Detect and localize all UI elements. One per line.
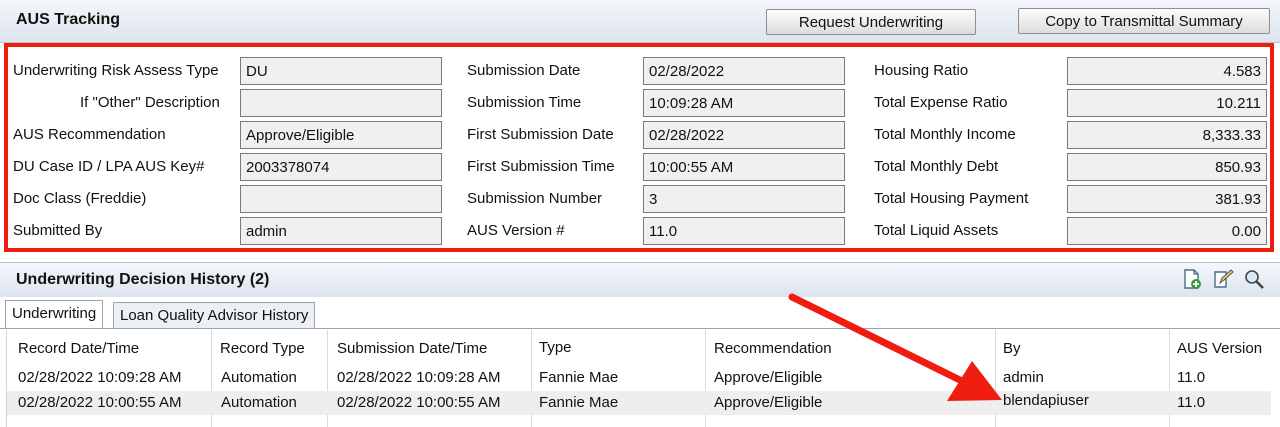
submission-number-field[interactable]: 3 xyxy=(643,185,845,213)
aus-version-field[interactable]: 11.0 xyxy=(643,217,845,245)
cell-submission-datetime: 02/28/2022 10:09:28 AM xyxy=(337,369,501,386)
col-header-submission-datetime[interactable]: Submission Date/Time xyxy=(337,340,487,357)
label-submission-time: Submission Time xyxy=(467,94,582,111)
col-header-record-type[interactable]: Record Type xyxy=(220,340,305,357)
cell-type: Fannie Mae xyxy=(539,394,619,411)
col-header-recommendation[interactable]: Recommendation xyxy=(714,340,832,357)
total-monthly-income-field[interactable]: 8,333.33 xyxy=(1067,121,1267,149)
case-id-field[interactable]: 2003378074 xyxy=(240,153,442,181)
housing-ratio-field[interactable]: 4.583 xyxy=(1067,57,1267,85)
cell-aus-version: 11.0 xyxy=(1177,369,1206,386)
history-table: Record Date/Time Record Type Submission … xyxy=(6,330,1277,427)
label-aus-recommendation: AUS Recommendation xyxy=(13,126,166,143)
history-tabs: Underwriting Loan Quality Advisor Histor… xyxy=(0,296,1280,329)
table-row[interactable]: 02/28/2022 10:00:55 AM Automation 02/28/… xyxy=(7,391,1271,415)
cell-by: blendapiuser xyxy=(1003,392,1089,409)
label-first-submission-date: First Submission Date xyxy=(467,126,614,143)
first-submission-time-field[interactable]: 10:00:55 AM xyxy=(643,153,845,181)
search-icon[interactable] xyxy=(1243,268,1265,290)
add-document-icon[interactable] xyxy=(1181,268,1203,290)
request-underwriting-button[interactable]: Request Underwriting xyxy=(766,9,976,35)
first-submission-date-field[interactable]: 02/28/2022 xyxy=(643,121,845,149)
label-submitted-by: Submitted By xyxy=(13,222,103,239)
col-header-by[interactable]: By xyxy=(1003,340,1021,357)
cell-submission-datetime: 02/28/2022 10:00:55 AM xyxy=(337,394,501,411)
col-header-record-datetime[interactable]: Record Date/Time xyxy=(18,340,139,357)
decision-history-title: Underwriting Decision History (2) xyxy=(16,271,270,288)
label-case-id: DU Case ID / LPA AUS Key# xyxy=(13,158,205,175)
total-liquid-assets-field[interactable]: 0.00 xyxy=(1067,217,1267,245)
label-other-description: If "Other" Description xyxy=(80,94,220,111)
label-housing-ratio: Housing Ratio xyxy=(874,62,969,79)
cell-recommendation: Approve/Eligible xyxy=(714,394,823,411)
label-total-liquid-assets: Total Liquid Assets xyxy=(874,222,999,239)
cell-record-type: Automation xyxy=(221,394,297,411)
risk-assess-type-field[interactable]: DU xyxy=(240,57,442,85)
aus-tracking-header: AUS Tracking Request Underwriting Copy t… xyxy=(0,0,1280,43)
decision-history-header: Underwriting Decision History (2) xyxy=(0,262,1280,297)
label-total-monthly-income: Total Monthly Income xyxy=(874,126,1016,143)
label-risk-assess-type: Underwriting Risk Assess Type xyxy=(13,62,219,79)
submission-date-field[interactable]: 02/28/2022 xyxy=(643,57,845,85)
edit-icon[interactable] xyxy=(1212,268,1234,290)
col-header-aus-version[interactable]: AUS Version xyxy=(1177,340,1262,357)
copy-to-transmittal-button[interactable]: Copy to Transmittal Summary xyxy=(1018,8,1270,34)
label-total-expense-ratio: Total Expense Ratio xyxy=(874,94,1008,111)
cell-by: admin xyxy=(1003,369,1044,386)
aus-recommendation-field[interactable]: Approve/Eligible xyxy=(240,121,442,149)
section-title: AUS Tracking xyxy=(16,11,121,28)
tab-underwriting[interactable]: Underwriting xyxy=(5,300,104,328)
col-header-type[interactable]: Type xyxy=(539,339,572,356)
other-description-field[interactable] xyxy=(240,89,442,117)
cell-record-datetime: 02/28/2022 10:00:55 AM xyxy=(18,394,182,411)
label-submission-number: Submission Number xyxy=(467,190,603,207)
label-submission-date: Submission Date xyxy=(467,62,581,79)
table-row[interactable]: 02/28/2022 10:09:28 AM Automation 02/28/… xyxy=(7,366,1271,390)
label-total-housing-payment: Total Housing Payment xyxy=(874,190,1029,207)
label-doc-class: Doc Class (Freddie) xyxy=(13,190,147,207)
label-aus-version: AUS Version # xyxy=(467,222,565,239)
cell-record-datetime: 02/28/2022 10:09:28 AM xyxy=(18,369,182,386)
cell-recommendation: Approve/Eligible xyxy=(714,369,823,386)
label-first-submission-time: First Submission Time xyxy=(467,158,615,175)
doc-class-field[interactable] xyxy=(240,185,442,213)
total-housing-payment-field[interactable]: 381.93 xyxy=(1067,185,1267,213)
total-monthly-debt-field[interactable]: 850.93 xyxy=(1067,153,1267,181)
tab-lqa-history[interactable]: Loan Quality Advisor History xyxy=(113,302,316,328)
total-expense-ratio-field[interactable]: 10.211 xyxy=(1067,89,1267,117)
label-total-monthly-debt: Total Monthly Debt xyxy=(874,158,999,175)
cell-record-type: Automation xyxy=(221,369,297,386)
cell-aus-version: 11.0 xyxy=(1177,394,1206,411)
cell-type: Fannie Mae xyxy=(539,369,619,386)
submission-time-field[interactable]: 10:09:28 AM xyxy=(643,89,845,117)
submitted-by-field[interactable]: admin xyxy=(240,217,442,245)
aus-details-form: Underwriting Risk Assess Type DU If "Oth… xyxy=(4,43,1274,252)
